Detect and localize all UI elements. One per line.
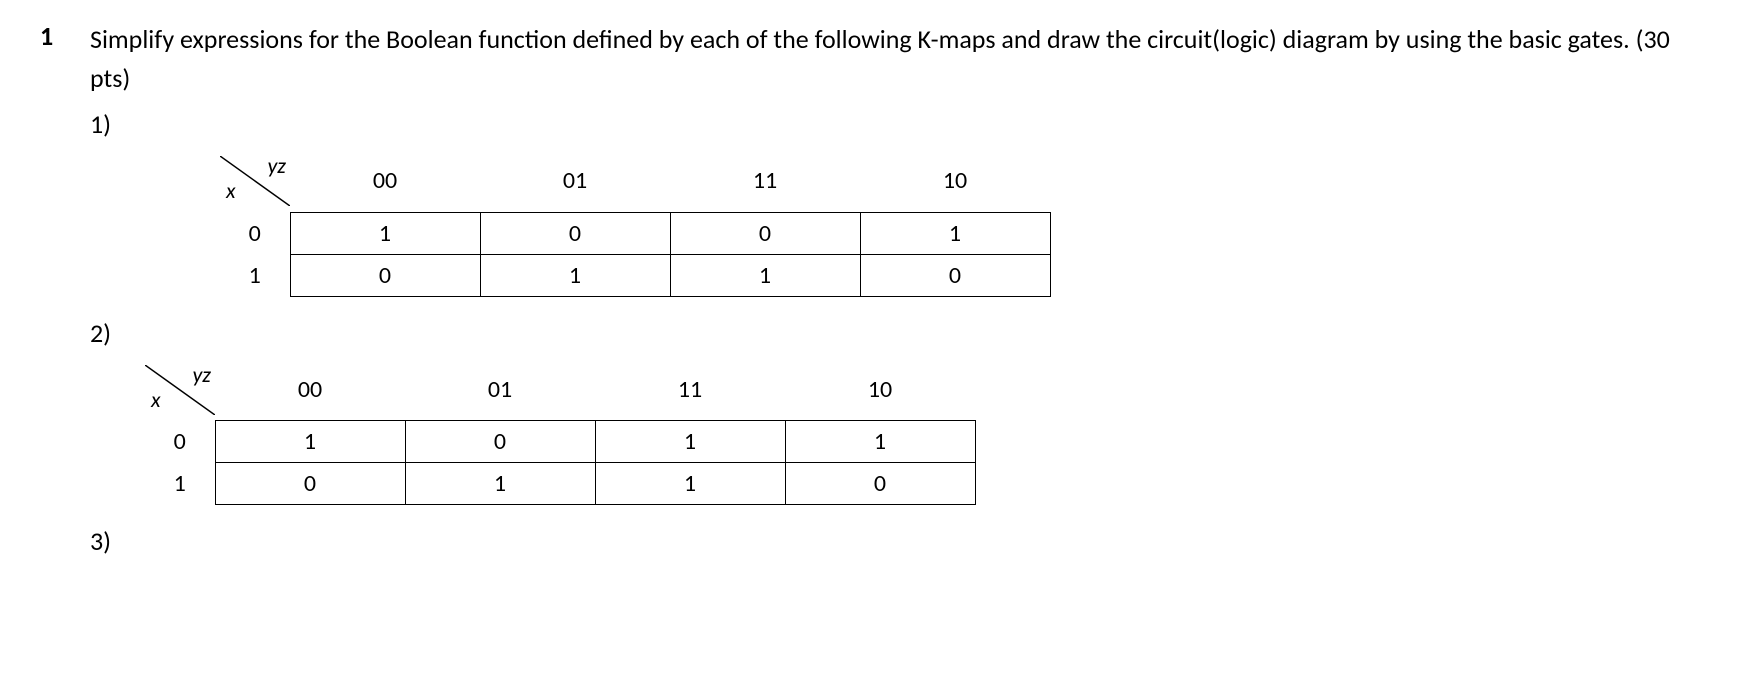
kmap-col-header: 01 [480, 150, 670, 212]
kmap-cell: 1 [670, 254, 860, 296]
kmap-cell: 1 [595, 463, 785, 505]
kmap-col-header: 01 [405, 359, 595, 421]
kmap-col-header: 10 [860, 150, 1050, 212]
kmap-col-var: yz [192, 361, 211, 388]
question-number: 1 [40, 20, 60, 52]
kmap-cell: 0 [215, 463, 405, 505]
kmap-cell: 1 [860, 212, 1050, 254]
kmap-1: x yz 00 01 11 10 0 1 0 0 1 [220, 150, 1702, 297]
kmap-row-var: x [151, 386, 161, 413]
kmap-row-header: 0 [220, 212, 290, 254]
kmap-2: x yz 00 01 11 10 0 1 0 1 1 [145, 359, 1702, 506]
subpart-label-1: 1) [90, 108, 1702, 140]
subpart-label-3: 3) [90, 525, 1702, 557]
kmap-cell: 1 [480, 254, 670, 296]
kmap-col-header: 11 [595, 359, 785, 421]
kmap-row-header: 0 [145, 421, 215, 463]
kmap-col-header: 00 [290, 150, 480, 212]
kmap-col-var: yz [267, 152, 286, 179]
kmap-cell: 1 [785, 421, 975, 463]
kmap-row-header: 1 [145, 463, 215, 505]
kmap-col-header: 00 [215, 359, 405, 421]
kmap-cell: 1 [215, 421, 405, 463]
kmap-row-var: x [226, 177, 236, 204]
kmap-row-header: 1 [220, 254, 290, 296]
kmap-cell: 0 [405, 421, 595, 463]
kmap-cell: 0 [290, 254, 480, 296]
kmap-cell: 0 [860, 254, 1050, 296]
kmap-col-header: 10 [785, 359, 975, 421]
kmap-cell: 1 [290, 212, 480, 254]
question-text: Simplify expressions for the Boolean fun… [90, 20, 1702, 98]
kmap-col-header: 11 [670, 150, 860, 212]
kmap-cell: 1 [595, 421, 785, 463]
kmap-cell: 1 [405, 463, 595, 505]
subpart-label-2: 2) [90, 317, 1702, 349]
kmap-cell: 0 [670, 212, 860, 254]
kmap-cell: 0 [785, 463, 975, 505]
kmap-cell: 0 [480, 212, 670, 254]
